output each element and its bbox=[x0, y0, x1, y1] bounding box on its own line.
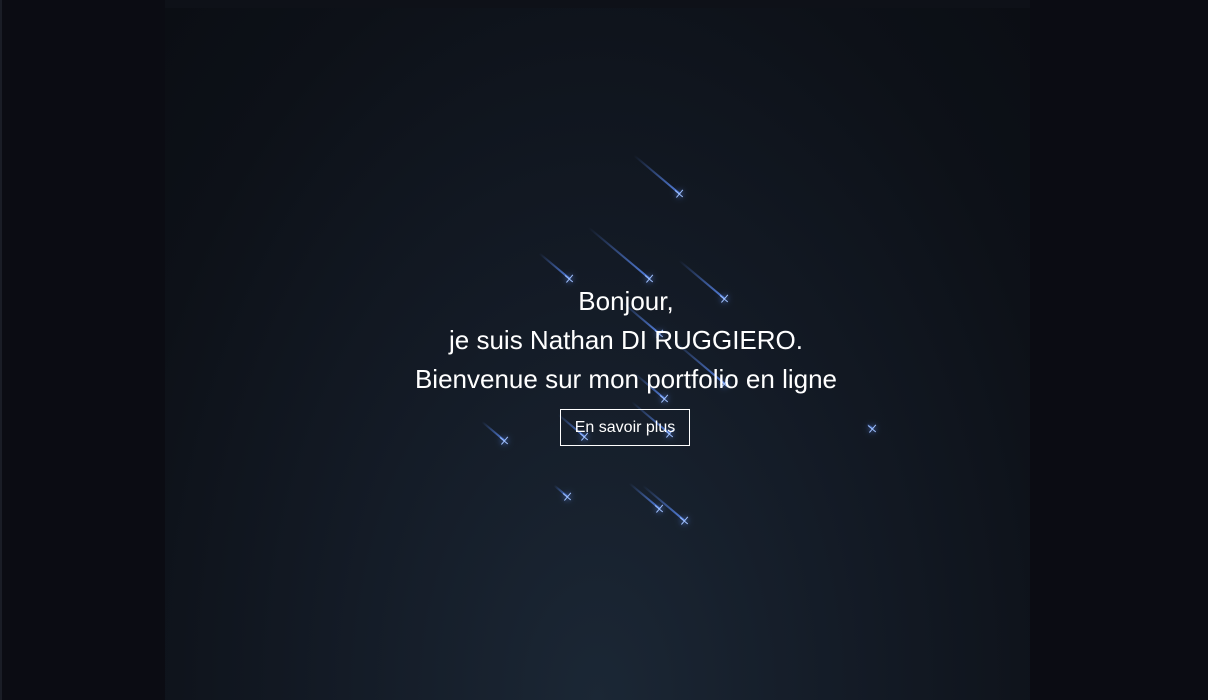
shooting-star bbox=[538, 252, 571, 280]
shooting-star bbox=[588, 226, 651, 280]
shooting-star bbox=[642, 484, 686, 522]
shooting-star bbox=[866, 423, 874, 430]
hero-welcome: Bienvenue sur mon portfolio en ligne bbox=[414, 364, 838, 394]
shooting-star bbox=[633, 154, 681, 195]
shooting-star bbox=[553, 484, 569, 498]
top-strip bbox=[0, 0, 1208, 8]
shooting-star bbox=[481, 420, 506, 442]
hero-greeting: Bonjour, bbox=[578, 286, 674, 316]
learn-more-button[interactable]: En savoir plus bbox=[560, 409, 690, 446]
hero-intro: je suis Nathan DI RUGGIERO. bbox=[449, 325, 803, 355]
